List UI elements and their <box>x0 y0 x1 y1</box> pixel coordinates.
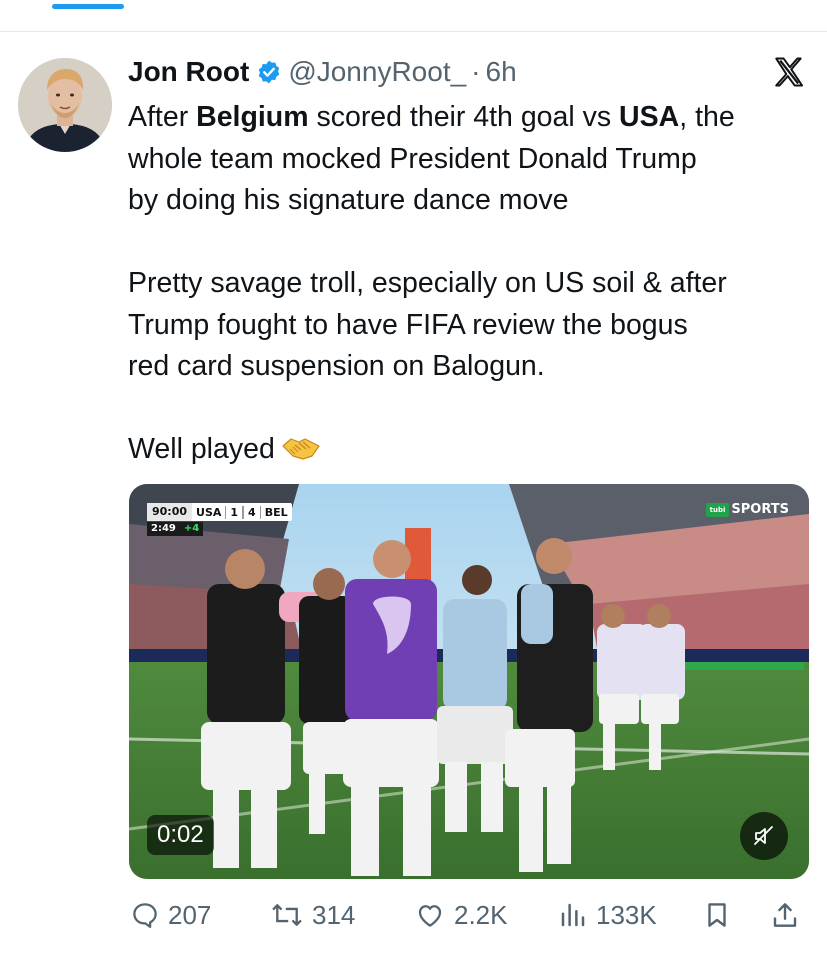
reply-count: 207 <box>168 899 212 930</box>
reply-icon <box>133 903 157 928</box>
mute-icon <box>754 826 773 845</box>
text-line: After Belgium scored their 4th goal vs U… <box>128 97 818 139</box>
divider <box>0 31 827 32</box>
home-score: 1 <box>225 505 244 519</box>
repost-count: 314 <box>312 899 356 930</box>
x-logo-icon[interactable] <box>772 55 806 89</box>
tab-indicator <box>52 4 124 9</box>
tweet-header: Jon Root @JonnyRoot_ · 6h <box>128 52 517 92</box>
repost-button[interactable]: 314 <box>270 895 355 935</box>
views-icon <box>561 903 585 927</box>
text-line: Trump fought to have FIFA review the bog… <box>128 308 688 341</box>
match-clock: 90:00 <box>147 503 193 521</box>
bookmark-icon <box>708 903 726 927</box>
broadcaster-name: SPORTS <box>731 502 789 517</box>
text-span: , the <box>679 101 735 133</box>
like-button[interactable]: 2.2K <box>414 895 508 935</box>
mention-belgium: Belgium <box>196 101 309 133</box>
bookmark-button[interactable] <box>702 895 740 935</box>
tweet-text: After Belgium scored their 4th goal vs U… <box>128 97 818 471</box>
reply-button[interactable]: 207 <box>130 895 211 935</box>
text-line: Pretty savage troll, especially on US so… <box>128 267 727 299</box>
text-line: Well played <box>128 429 818 471</box>
handle[interactable]: @JonnyRoot_ <box>288 56 466 88</box>
repost-icon <box>272 904 302 926</box>
views-count: 133K <box>596 899 657 930</box>
mute-button[interactable] <box>740 812 788 860</box>
added-time-clock: 2:49 <box>147 522 180 536</box>
home-team: USA <box>196 505 222 519</box>
away-score: 4 <box>243 505 261 519</box>
handshake-emoji-icon <box>282 438 320 460</box>
text-span: Well played <box>128 433 275 465</box>
text-line: red card suspension on Balogun. <box>128 350 545 382</box>
like-icon <box>418 905 442 927</box>
separator-dot: · <box>471 56 481 87</box>
like-count: 2.2K <box>454 899 508 930</box>
avatar[interactable] <box>18 58 112 152</box>
scorebug: 90:00 USA 1 4 BEL <box>147 503 292 521</box>
share-button[interactable] <box>770 895 808 935</box>
video-frame <box>129 484 809 879</box>
text-line: by doing his signature dance move <box>128 184 569 216</box>
action-bar: 207 314 2.2K 133K <box>130 895 810 935</box>
verified-badge-icon <box>259 60 280 84</box>
text-span: scored their 4th goal vs <box>308 101 620 133</box>
broadcaster-logo: tubi SPORTS <box>705 502 789 517</box>
added-time: +4 <box>179 522 204 536</box>
added-time-bar: 2:49 +4 <box>147 522 204 536</box>
views-button[interactable]: 133K <box>558 895 657 935</box>
video-timestamp: 0:02 <box>147 815 214 855</box>
display-name[interactable]: Jon Root <box>128 56 249 88</box>
text-span: After <box>128 101 197 133</box>
away-team: BEL <box>264 505 288 519</box>
text-line: whole team mocked President Donald Trump <box>128 142 697 175</box>
timestamp[interactable]: 6h <box>486 56 517 88</box>
share-icon <box>773 903 797 927</box>
broadcaster-badge: tubi <box>705 502 730 517</box>
mention-usa: USA <box>619 101 680 133</box>
video-player[interactable]: 90:00 USA 1 4 BEL 2:49 +4 tubi SPORTS 0:… <box>129 484 809 879</box>
